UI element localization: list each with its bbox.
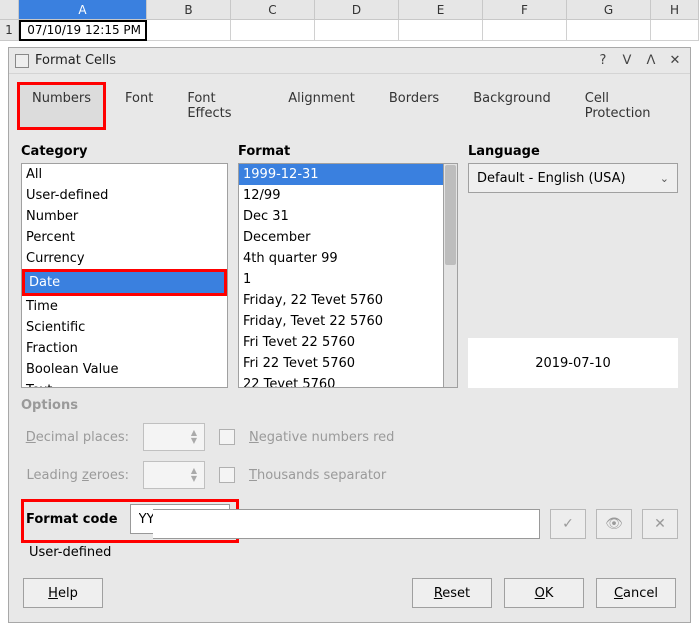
col-header-c[interactable]: C	[231, 0, 315, 20]
scroll-thumb[interactable]	[445, 165, 456, 265]
sheet-corner[interactable]	[0, 0, 19, 20]
language-value: Default - English (USA)	[477, 171, 626, 186]
thousands-sep-checkbox	[219, 467, 235, 483]
thousands-sep-label: Thousands separator	[249, 468, 386, 483]
spreadsheet: ABCDEFGH 1 07/10/19 12:15 PM	[0, 0, 699, 41]
category-label: Category	[21, 144, 228, 159]
titlebar-up-button[interactable]: ᐱ	[642, 53, 660, 68]
tab-font[interactable]: Font	[110, 82, 168, 130]
titlebar-shade-button[interactable]: ᐯ	[618, 53, 636, 68]
tab-background[interactable]: Background	[458, 82, 566, 130]
format-item-7[interactable]: Friday, Tevet 22 5760	[239, 311, 443, 332]
category-item-scientific[interactable]: Scientific	[22, 317, 227, 338]
format-cells-dialog: Format Cells ? ᐯ ᐱ ✕ NumbersFontFont Eff…	[8, 47, 691, 623]
language-label: Language	[468, 144, 678, 159]
options-label: Options	[21, 398, 678, 413]
preview-box: 2019-07-10	[468, 338, 678, 388]
format-scrollbar[interactable]	[444, 163, 458, 388]
format-item-6[interactable]: Friday, 22 Tevet 5760	[239, 290, 443, 311]
format-listbox[interactable]: 1999-12-3112/99Dec 31December4th quarter…	[238, 163, 444, 388]
ok-button[interactable]: OK	[504, 578, 584, 608]
chevron-down-icon: ⌄	[660, 172, 669, 185]
cell-f1[interactable]	[483, 20, 567, 41]
format-item-2[interactable]: Dec 31	[239, 206, 443, 227]
format-label: Format	[238, 144, 458, 159]
col-header-h[interactable]: H	[651, 0, 699, 20]
app-icon	[15, 54, 29, 68]
decimal-places-spinner: ▲▼	[143, 423, 205, 451]
category-item-percent[interactable]: Percent	[22, 227, 227, 248]
language-select[interactable]: Default - English (USA) ⌄	[468, 163, 678, 193]
category-item-text[interactable]: Text	[22, 380, 227, 388]
format-item-4[interactable]: 4th quarter 99	[239, 248, 443, 269]
col-header-a[interactable]: A	[19, 0, 147, 20]
titlebar-help-button[interactable]: ?	[594, 53, 612, 68]
user-defined-label: User-defined	[29, 545, 678, 560]
titlebar-close-button[interactable]: ✕	[666, 53, 684, 68]
cell-a1[interactable]: 07/10/19 12:15 PM	[19, 20, 147, 41]
delete-format-button[interactable]: ✕	[642, 509, 678, 539]
format-item-10[interactable]: 22 Tevet 5760	[239, 374, 443, 388]
category-item-all[interactable]: All	[22, 164, 227, 185]
cell-b1[interactable]	[147, 20, 231, 41]
tab-cell-protection[interactable]: Cell Protection	[570, 82, 682, 130]
negative-red-checkbox	[219, 429, 235, 445]
preview-text: 2019-07-10	[535, 356, 611, 371]
category-item-user-defined[interactable]: User-defined	[22, 185, 227, 206]
row-header-1[interactable]: 1	[0, 20, 19, 41]
col-header-e[interactable]: E	[399, 0, 483, 20]
format-item-3[interactable]: December	[239, 227, 443, 248]
col-header-d[interactable]: D	[315, 0, 399, 20]
format-item-9[interactable]: Fri 22 Tevet 5760	[239, 353, 443, 374]
tab-strip: NumbersFontFont EffectsAlignmentBordersB…	[9, 74, 690, 130]
col-header-g[interactable]: G	[567, 0, 651, 20]
format-item-8[interactable]: Fri Tevet 22 5760	[239, 332, 443, 353]
category-item-number[interactable]: Number	[22, 206, 227, 227]
format-item-1[interactable]: 12/99	[239, 185, 443, 206]
titlebar: Format Cells ? ᐯ ᐱ ✕	[9, 48, 690, 74]
leading-zeroes-label: Leading zeroes:	[21, 468, 129, 483]
format-code-label: Format code	[26, 508, 126, 531]
decimal-places-label: Decimal places:	[21, 430, 129, 445]
category-item-currency[interactable]: Currency	[22, 248, 227, 269]
leading-zeroes-spinner: ▲▼	[143, 461, 205, 489]
help-button[interactable]: Help	[23, 578, 103, 608]
format-item-0[interactable]: 1999-12-31	[239, 164, 443, 185]
tab-font-effects[interactable]: Font Effects	[172, 82, 269, 130]
category-listbox[interactable]: AllUser-definedNumberPercentCurrency Date…	[21, 163, 228, 388]
eye-icon: 👁	[605, 516, 623, 532]
format-code-input-ext[interactable]	[153, 509, 540, 539]
category-item-time[interactable]: Time	[22, 296, 227, 317]
category-item-boolean-value[interactable]: Boolean Value	[22, 359, 227, 380]
tab-borders[interactable]: Borders	[374, 82, 454, 130]
col-header-f[interactable]: F	[483, 0, 567, 20]
reset-button[interactable]: Reset	[412, 578, 492, 608]
check-icon: ✓	[562, 516, 574, 532]
category-item-fraction[interactable]: Fraction	[22, 338, 227, 359]
apply-format-button[interactable]: ✓	[550, 509, 586, 539]
cell-g1[interactable]	[567, 20, 651, 41]
dialog-title: Format Cells	[35, 53, 588, 68]
cell-d1[interactable]	[315, 20, 399, 41]
add-comment-button[interactable]: 👁	[596, 509, 632, 539]
tab-numbers[interactable]: Numbers	[17, 82, 106, 130]
negative-red-label: Negative numbers red	[249, 430, 394, 445]
sheet-row-1: 1 07/10/19 12:15 PM	[0, 20, 699, 41]
cell-e1[interactable]	[399, 20, 483, 41]
cell-h1[interactable]	[651, 20, 699, 41]
x-icon: ✕	[654, 516, 666, 532]
cancel-button[interactable]: Cancel	[596, 578, 676, 608]
cell-c1[interactable]	[231, 20, 315, 41]
tab-alignment[interactable]: Alignment	[273, 82, 370, 130]
category-item-date[interactable]: Date	[25, 272, 224, 293]
col-header-b[interactable]: B	[147, 0, 231, 20]
format-item-5[interactable]: 1	[239, 269, 443, 290]
